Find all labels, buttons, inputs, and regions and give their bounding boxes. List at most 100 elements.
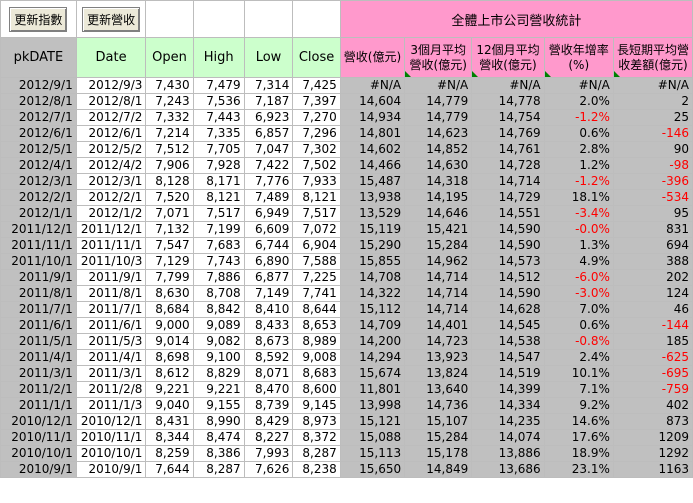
cell-close[interactable]: 7,588 bbox=[292, 253, 341, 270]
cell-pkdate[interactable]: 2012/3/1 bbox=[0, 173, 77, 190]
cell-date[interactable]: 2011/10/3 bbox=[75, 253, 147, 270]
cell-revenue[interactable]: 14,322 bbox=[339, 285, 406, 302]
cell-revenue[interactable]: 11,801 bbox=[339, 381, 406, 398]
cell-low[interactable]: 7,047 bbox=[243, 141, 294, 158]
cell-close[interactable]: 7,425 bbox=[292, 77, 341, 94]
cell-pkdate[interactable]: 2011/3/1 bbox=[0, 365, 77, 382]
cell-avg3[interactable]: 13,923 bbox=[404, 349, 473, 366]
cell-pkdate[interactable]: 2011/11/1 bbox=[0, 237, 77, 254]
cell-high[interactable]: 7,705 bbox=[192, 141, 245, 158]
cell-low[interactable]: 6,949 bbox=[243, 205, 294, 222]
cell-high[interactable]: 8,474 bbox=[192, 429, 245, 446]
cell-avg12[interactable]: 14,334 bbox=[471, 397, 545, 414]
cell-yoy[interactable]: 14.6% bbox=[543, 413, 614, 430]
cell-date[interactable]: 2011/8/1 bbox=[75, 285, 147, 302]
cell-close[interactable]: 7,397 bbox=[292, 93, 341, 110]
cell-open[interactable]: 7,129 bbox=[145, 253, 194, 270]
cell-yoy[interactable]: 2.4% bbox=[543, 349, 614, 366]
cell-date[interactable]: 2011/12/1 bbox=[75, 221, 147, 238]
cell-low[interactable]: 6,923 bbox=[243, 109, 294, 126]
cell-avg12[interactable]: 14,761 bbox=[471, 141, 545, 158]
empty-cell[interactable] bbox=[192, 0, 245, 38]
cell-high[interactable]: 8,121 bbox=[192, 189, 245, 206]
cell-diff[interactable]: 25 bbox=[612, 109, 693, 126]
cell-close[interactable]: 8,238 bbox=[292, 461, 341, 478]
cell-diff[interactable]: 90 bbox=[612, 141, 693, 158]
cell-avg3[interactable]: 15,421 bbox=[404, 221, 473, 238]
cell-low[interactable]: 7,187 bbox=[243, 93, 294, 110]
cell-low[interactable]: 7,776 bbox=[243, 173, 294, 190]
cell-diff[interactable]: -146 bbox=[612, 125, 693, 142]
cell-diff[interactable]: 95 bbox=[612, 205, 693, 222]
cell-open[interactable]: 7,430 bbox=[145, 77, 194, 94]
cell-yoy[interactable]: 18.9% bbox=[543, 445, 614, 462]
cell-high[interactable]: 9,221 bbox=[192, 381, 245, 398]
cell-avg12[interactable]: 14,538 bbox=[471, 333, 545, 350]
cell-yoy[interactable]: -1.2% bbox=[543, 109, 614, 126]
cell-avg3[interactable]: 15,178 bbox=[404, 445, 473, 462]
cell-yoy[interactable]: 4.9% bbox=[543, 253, 614, 270]
cell-high[interactable]: 7,443 bbox=[192, 109, 245, 126]
cell-open[interactable]: 7,644 bbox=[145, 461, 194, 478]
cell-diff[interactable]: -144 bbox=[612, 317, 693, 334]
cell-avg12[interactable]: 14,714 bbox=[471, 173, 545, 190]
cell-open[interactable]: 8,698 bbox=[145, 349, 194, 366]
cell-avg12[interactable]: 14,590 bbox=[471, 221, 545, 238]
cell-diff[interactable]: 46 bbox=[612, 301, 693, 318]
cell-low[interactable]: 7,993 bbox=[243, 445, 294, 462]
cell-revenue[interactable]: 14,934 bbox=[339, 109, 406, 126]
cell-close[interactable]: 6,904 bbox=[292, 237, 341, 254]
cell-diff[interactable]: 694 bbox=[612, 237, 693, 254]
cell-avg3[interactable]: 14,401 bbox=[404, 317, 473, 334]
cell-pkdate[interactable]: 2011/7/1 bbox=[0, 301, 77, 318]
empty-cell[interactable] bbox=[243, 0, 294, 38]
cell-revenue[interactable]: 14,200 bbox=[339, 333, 406, 350]
cell-pkdate[interactable]: 2011/4/1 bbox=[0, 349, 77, 366]
cell-low[interactable]: 7,422 bbox=[243, 157, 294, 174]
cell-revenue[interactable]: 13,529 bbox=[339, 205, 406, 222]
cell-avg12[interactable]: 14,399 bbox=[471, 381, 545, 398]
cell-open[interactable]: 8,259 bbox=[145, 445, 194, 462]
cell-avg12[interactable]: 13,686 bbox=[471, 461, 545, 478]
cell-avg12[interactable]: 14,551 bbox=[471, 205, 545, 222]
cell-diff[interactable]: -695 bbox=[612, 365, 693, 382]
cell-revenue[interactable]: 15,855 bbox=[339, 253, 406, 270]
cell-avg12[interactable]: 14,074 bbox=[471, 429, 545, 446]
cell-avg3[interactable]: 15,284 bbox=[404, 429, 473, 446]
cell-yoy[interactable]: #N/A bbox=[543, 77, 614, 94]
cell-low[interactable]: 8,673 bbox=[243, 333, 294, 350]
cell-close[interactable]: 8,600 bbox=[292, 381, 341, 398]
cell-avg3[interactable]: 14,852 bbox=[404, 141, 473, 158]
cell-pkdate[interactable]: 2011/5/1 bbox=[0, 333, 77, 350]
cell-open[interactable]: 8,128 bbox=[145, 173, 194, 190]
cell-pkdate[interactable]: 2012/9/1 bbox=[0, 77, 77, 94]
cell-low[interactable]: 6,877 bbox=[243, 269, 294, 286]
cell-low[interactable]: 7,314 bbox=[243, 77, 294, 94]
cell-low[interactable]: 7,626 bbox=[243, 461, 294, 478]
cell-open[interactable]: 8,431 bbox=[145, 413, 194, 430]
cell-avg12[interactable]: 13,886 bbox=[471, 445, 545, 462]
cell-open[interactable]: 7,243 bbox=[145, 93, 194, 110]
cell-high[interactable]: 7,199 bbox=[192, 221, 245, 238]
cell-high[interactable]: 7,536 bbox=[192, 93, 245, 110]
cell-close[interactable]: 7,302 bbox=[292, 141, 341, 158]
cell-close[interactable]: 7,072 bbox=[292, 221, 341, 238]
cell-yoy[interactable]: -1.2% bbox=[543, 173, 614, 190]
cell-open[interactable]: 9,040 bbox=[145, 397, 194, 414]
cell-avg12[interactable]: 14,628 bbox=[471, 301, 545, 318]
cell-revenue[interactable]: 15,113 bbox=[339, 445, 406, 462]
cell-open[interactable]: 7,520 bbox=[145, 189, 194, 206]
cell-date[interactable]: 2012/5/2 bbox=[75, 141, 147, 158]
cell-date[interactable]: 2012/8/1 bbox=[75, 93, 147, 110]
cell-close[interactable]: 7,741 bbox=[292, 285, 341, 302]
cell-pkdate[interactable]: 2010/12/1 bbox=[0, 413, 77, 430]
cell-date[interactable]: 2011/3/1 bbox=[75, 365, 147, 382]
cell-low[interactable]: 8,227 bbox=[243, 429, 294, 446]
cell-low[interactable]: 7,149 bbox=[243, 285, 294, 302]
cell-revenue[interactable]: 15,088 bbox=[339, 429, 406, 446]
cell-avg3[interactable]: 14,646 bbox=[404, 205, 473, 222]
cell-close[interactable]: 9,008 bbox=[292, 349, 341, 366]
cell-diff[interactable]: 185 bbox=[612, 333, 693, 350]
cell-yoy[interactable]: 23.1% bbox=[543, 461, 614, 478]
cell-yoy[interactable]: 18.1% bbox=[543, 189, 614, 206]
